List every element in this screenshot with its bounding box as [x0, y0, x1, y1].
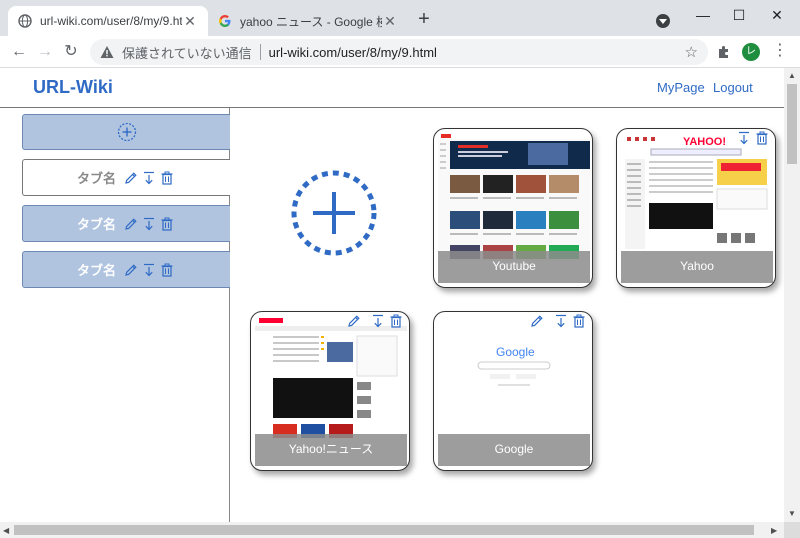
sidebar-tab-label: タブ名 [76, 171, 116, 186]
trash-icon[interactable] [160, 171, 174, 185]
tab-sidebar: タブ名 タブ名 タブ名 [0, 108, 230, 522]
sidebar-tab-2[interactable]: タブ名 [22, 205, 230, 242]
trash-icon[interactable] [160, 217, 174, 231]
card-caption: Yahoo!ニュース [255, 434, 407, 466]
scroll-thumb[interactable] [787, 84, 797, 164]
trash-icon[interactable] [572, 314, 586, 328]
sidebar-tab-label: タブ名 [76, 217, 116, 232]
card-caption: Google [438, 434, 590, 466]
google-thumbnail: Google [438, 316, 590, 444]
menu-kebab-icon[interactable]: ⋮ [772, 42, 788, 62]
card-actions [528, 314, 588, 328]
google-logo-text: Google [496, 345, 535, 359]
scroll-up-icon[interactable]: ▲ [788, 71, 796, 80]
yahoo-logo-text: YAHOO! [683, 136, 726, 148]
pencil-icon[interactable] [124, 171, 138, 185]
yahoo-news-thumbnail [255, 316, 407, 444]
youtube-thumbnail [438, 133, 590, 261]
new-tab-icon[interactable]: + [414, 9, 434, 30]
sidebar-tab-1[interactable]: タブ名 [22, 159, 230, 196]
security-status: 保護されていない通信 [122, 45, 252, 61]
download-arrow-icon[interactable] [142, 171, 156, 185]
minimize-icon[interactable]: — [690, 4, 716, 26]
page-viewport: URL-Wiki MyPage Logout タブ名 タブ名 タブ名 Youtu… [0, 68, 784, 522]
forward-icon[interactable]: → [34, 41, 56, 63]
download-arrow-icon[interactable] [142, 263, 156, 277]
scroll-left-icon[interactable]: ◀ [3, 526, 9, 535]
pencil-icon[interactable] [124, 263, 138, 277]
google-g-icon [218, 14, 232, 28]
card-caption: Youtube [438, 251, 590, 283]
add-tab-button[interactable] [22, 114, 230, 150]
tab-title: yahoo ニュース - Google 検索 [240, 14, 382, 29]
profile-avatar[interactable]: レ [742, 43, 760, 61]
card-actions [345, 314, 405, 328]
plus-circle-icon [291, 170, 377, 256]
sidebar-tab-label: タブ名 [76, 263, 116, 278]
close-icon[interactable]: ✕ [182, 13, 198, 30]
horizontal-scrollbar[interactable]: ◀ ▶ [0, 522, 784, 538]
mypage-link[interactable]: MyPage [657, 80, 705, 95]
logout-link[interactable]: Logout [713, 80, 753, 95]
tab-search-icon[interactable] [656, 14, 670, 28]
browser-tab-active[interactable]: url-wiki.com/user/8/my/9.html ✕ [8, 6, 208, 36]
trash-icon[interactable] [160, 263, 174, 277]
bookmark-card-google[interactable]: Google Google [433, 311, 593, 471]
download-arrow-icon[interactable] [371, 314, 385, 328]
sidebar-tab-3[interactable]: タブ名 [22, 251, 230, 288]
pencil-icon[interactable] [347, 314, 361, 328]
bookmark-card-yahoo-news[interactable]: Yahoo!ニュース [250, 311, 410, 471]
browser-tab[interactable]: yahoo ニュース - Google 検索 ✕ [208, 6, 408, 36]
back-icon[interactable]: ← [8, 41, 30, 63]
omnibox-divider [259, 44, 261, 60]
browser-tabstrip: url-wiki.com/user/8/my/9.html ✕ yahoo ニュ… [0, 0, 800, 36]
url-text: url-wiki.com/user/8/my/9.html [268, 44, 437, 60]
site-logo[interactable]: URL-Wiki [33, 77, 113, 98]
bookmark-grid: Youtube YAHOO! Yahoo Yahoo!ニュース Google G… [231, 108, 784, 522]
scrollbar-corner [784, 522, 800, 538]
address-bar[interactable]: 保護されていない通信 url-wiki.com/user/8/my/9.html… [90, 39, 708, 65]
add-bookmark-button[interactable] [291, 170, 377, 256]
download-arrow-icon[interactable] [554, 314, 568, 328]
scroll-down-icon[interactable]: ▼ [788, 509, 796, 518]
maximize-icon[interactable]: ☐ [726, 4, 752, 26]
scroll-thumb[interactable] [14, 525, 754, 535]
window-close-icon[interactable]: ✕ [764, 4, 790, 26]
bookmark-card-yahoo[interactable]: YAHOO! Yahoo [616, 128, 776, 288]
warning-icon[interactable] [100, 45, 114, 59]
download-arrow-icon[interactable] [142, 217, 156, 231]
card-caption: Yahoo [621, 251, 773, 283]
reload-icon[interactable]: ↻ [60, 41, 82, 63]
pencil-icon[interactable] [124, 217, 138, 231]
close-icon[interactable]: ✕ [382, 13, 398, 30]
card-actions [735, 131, 771, 145]
scroll-right-icon[interactable]: ▶ [771, 526, 777, 535]
bookmark-card-youtube[interactable]: Youtube [433, 128, 593, 288]
globe-icon [18, 14, 32, 28]
yahoo-thumbnail: YAHOO! [621, 133, 773, 261]
bookmark-star-icon[interactable]: ☆ [685, 43, 698, 61]
download-arrow-icon[interactable] [737, 131, 751, 145]
extensions-puzzle-icon[interactable] [716, 44, 732, 60]
browser-toolbar: ← → ↻ 保護されていない通信 url-wiki.com/user/8/my/… [0, 36, 800, 68]
trash-icon[interactable] [755, 131, 769, 145]
vertical-scrollbar[interactable]: ▲ ▼ [784, 68, 800, 522]
pencil-icon[interactable] [530, 314, 544, 328]
site-header: URL-Wiki MyPage Logout [0, 68, 784, 108]
plus-circle-icon [117, 122, 136, 142]
tab-title: url-wiki.com/user/8/my/9.html [40, 14, 182, 28]
trash-icon[interactable] [389, 314, 403, 328]
